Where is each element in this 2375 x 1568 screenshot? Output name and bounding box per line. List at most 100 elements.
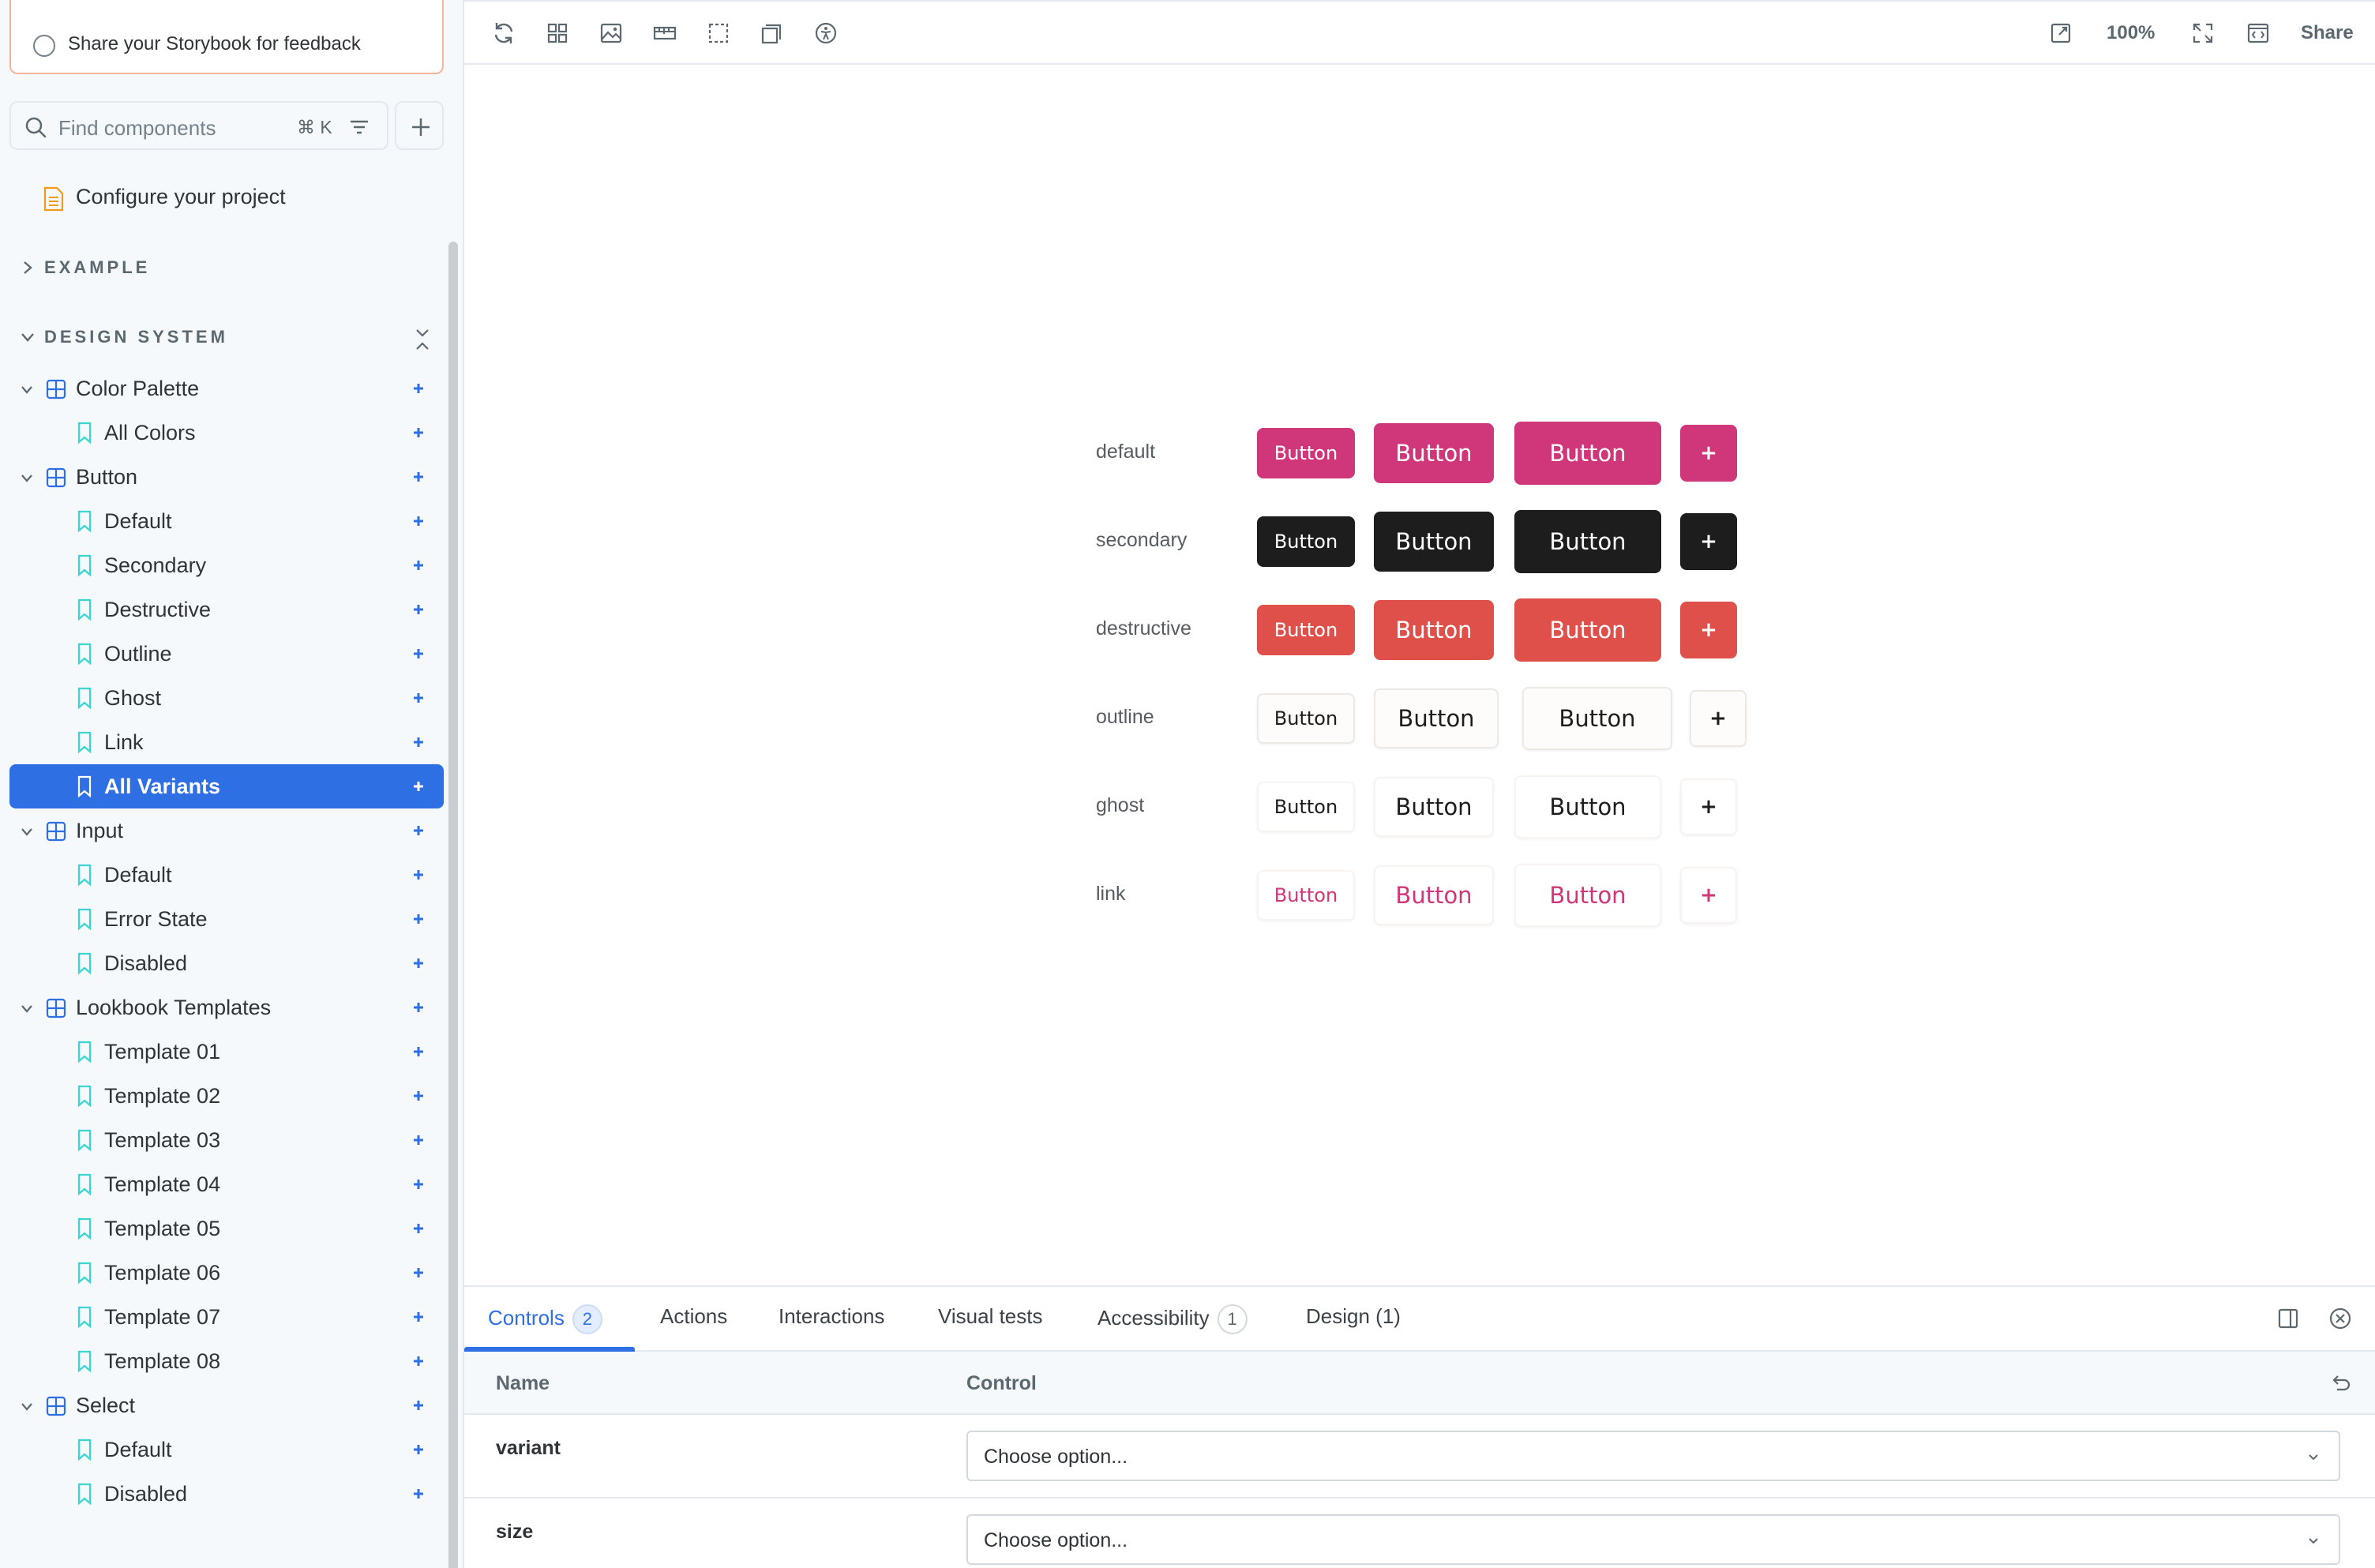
tree-story-template-02[interactable]: Template 02 (9, 1074, 444, 1118)
outline-icon[interactable] (706, 21, 731, 46)
ghost-button-icon[interactable]: + (1680, 778, 1737, 835)
tree-story-all-colors[interactable]: All Colors (9, 411, 444, 455)
add-story-icon[interactable] (411, 1442, 426, 1457)
add-story-icon[interactable] (411, 469, 426, 485)
tree-story-template-07[interactable]: Template 07 (9, 1295, 444, 1339)
tab-controls[interactable]: Controls 2 (488, 1304, 602, 1336)
tree-component-select[interactable]: Select (9, 1383, 444, 1427)
tree-story-template-05[interactable]: Template 05 (9, 1206, 444, 1251)
filter-icon[interactable] (347, 115, 371, 139)
tree-story-secondary[interactable]: Secondary (9, 543, 444, 587)
add-story-icon[interactable] (411, 778, 426, 794)
outline-button-icon[interactable]: + (1690, 690, 1747, 747)
accessibility-icon[interactable] (813, 21, 839, 46)
add-story-icon[interactable] (411, 734, 426, 750)
link-button-icon[interactable]: + (1680, 867, 1737, 924)
checklist-item-label[interactable]: Share your Storybook for feedback (68, 33, 361, 55)
add-story-icon[interactable] (411, 381, 426, 396)
add-story-icon[interactable] (411, 1132, 426, 1148)
grid-icon[interactable] (545, 21, 570, 46)
link-button-small[interactable]: Button (1257, 870, 1355, 921)
secondary-button-small[interactable]: Button (1257, 516, 1355, 567)
tree-story-template-08[interactable]: Template 08 (9, 1339, 444, 1383)
default-button-icon[interactable]: + (1680, 425, 1737, 482)
outline-button-large[interactable]: Button (1522, 687, 1672, 750)
add-story-icon[interactable] (411, 1221, 426, 1236)
sidebar-scrollbar[interactable] (448, 242, 458, 1568)
add-story-icon[interactable] (411, 1309, 426, 1325)
tree-story-default[interactable]: Default (9, 499, 444, 543)
add-story-icon[interactable] (411, 513, 426, 529)
add-story-icon[interactable] (411, 1000, 426, 1015)
destructive-button-large[interactable]: Button (1514, 598, 1661, 662)
tree-story-template-03[interactable]: Template 03 (9, 1118, 444, 1162)
tree-story-error-state[interactable]: Error State (9, 897, 444, 941)
ghost-button-medium[interactable]: Button (1374, 777, 1494, 837)
collapse-all-icon[interactable] (411, 325, 434, 354)
create-story-button[interactable] (395, 101, 444, 150)
tree-component-button[interactable]: Button (9, 455, 444, 499)
variant-select[interactable]: Choose option... (966, 1431, 2340, 1481)
section-example[interactable]: EXAMPLE (19, 256, 445, 279)
tab-actions[interactable]: Actions (660, 1304, 727, 1336)
reset-controls-icon[interactable] (2328, 1371, 2353, 1396)
image-background-icon[interactable] (598, 21, 624, 46)
add-story-icon[interactable] (411, 1265, 426, 1281)
add-story-icon[interactable] (411, 911, 426, 927)
ghost-button-large[interactable]: Button (1514, 775, 1661, 838)
tree-story-default[interactable]: Default (9, 853, 444, 897)
ghost-button-small[interactable]: Button (1257, 782, 1355, 832)
tree-story-outline[interactable]: Outline (9, 632, 444, 676)
outline-button-small[interactable]: Button (1257, 693, 1355, 744)
tree-story-link[interactable]: Link (9, 720, 444, 764)
default-button-medium[interactable]: Button (1374, 423, 1494, 483)
close-panel-icon[interactable] (2328, 1306, 2353, 1331)
tree-story-template-06[interactable]: Template 06 (9, 1251, 444, 1295)
measure-icon[interactable] (760, 21, 785, 46)
code-icon[interactable] (2246, 21, 2271, 46)
reload-icon[interactable] (491, 21, 516, 46)
tree-story-default[interactable]: Default (9, 1427, 444, 1472)
tab-interactions[interactable]: Interactions (779, 1304, 884, 1336)
tree-story-disabled[interactable]: Disabled (9, 941, 444, 985)
add-story-icon[interactable] (411, 1088, 426, 1104)
open-new-tab-icon[interactable] (2048, 21, 2073, 46)
add-story-icon[interactable] (411, 955, 426, 971)
fullscreen-icon[interactable] (2190, 21, 2216, 46)
secondary-button-large[interactable]: Button (1514, 510, 1661, 573)
add-story-icon[interactable] (411, 867, 426, 883)
add-story-icon[interactable] (411, 1044, 426, 1060)
add-story-icon[interactable] (411, 1353, 426, 1369)
link-button-medium[interactable]: Button (1374, 865, 1494, 925)
tree-story-disabled[interactable]: Disabled (9, 1472, 444, 1516)
ruler-icon[interactable] (652, 21, 677, 46)
default-button-large[interactable]: Button (1514, 422, 1661, 485)
chevron-down-icon[interactable] (19, 1001, 35, 1017)
add-story-icon[interactable] (411, 425, 426, 441)
tree-component-color-palette[interactable]: Color Palette (9, 366, 444, 411)
tree-story-all-variants[interactable]: All Variants (9, 764, 444, 808)
add-story-icon[interactable] (411, 1176, 426, 1192)
chevron-down-icon[interactable] (19, 824, 35, 840)
panel-orientation-icon[interactable] (2276, 1306, 2301, 1331)
tree-story-destructive[interactable]: Destructive (9, 587, 444, 632)
tree-story-template-01[interactable]: Template 01 (9, 1030, 444, 1074)
tab-visual-tests[interactable]: Visual tests (938, 1304, 1042, 1336)
default-button-small[interactable]: Button (1257, 428, 1355, 478)
outline-button-medium[interactable]: Button (1374, 688, 1499, 748)
chevron-down-icon[interactable] (19, 471, 35, 486)
tab-design[interactable]: Design (1) (1306, 1304, 1401, 1336)
destructive-button-icon[interactable]: + (1680, 602, 1737, 658)
search-input[interactable]: Find components (58, 116, 216, 141)
add-story-icon[interactable] (411, 602, 426, 617)
size-select[interactable]: Choose option... (966, 1514, 2340, 1565)
tree-component-lookbook-templates[interactable]: Lookbook Templates (9, 985, 444, 1030)
destructive-button-medium[interactable]: Button (1374, 600, 1494, 660)
secondary-button-medium[interactable]: Button (1374, 512, 1494, 572)
section-design-system[interactable]: DESIGN SYSTEM (19, 325, 445, 350)
tree-story-ghost[interactable]: Ghost (9, 676, 444, 720)
add-story-icon[interactable] (411, 646, 426, 662)
checklist-radio[interactable] (33, 35, 55, 57)
chevron-down-icon[interactable] (19, 1399, 35, 1415)
add-story-icon[interactable] (411, 823, 426, 838)
